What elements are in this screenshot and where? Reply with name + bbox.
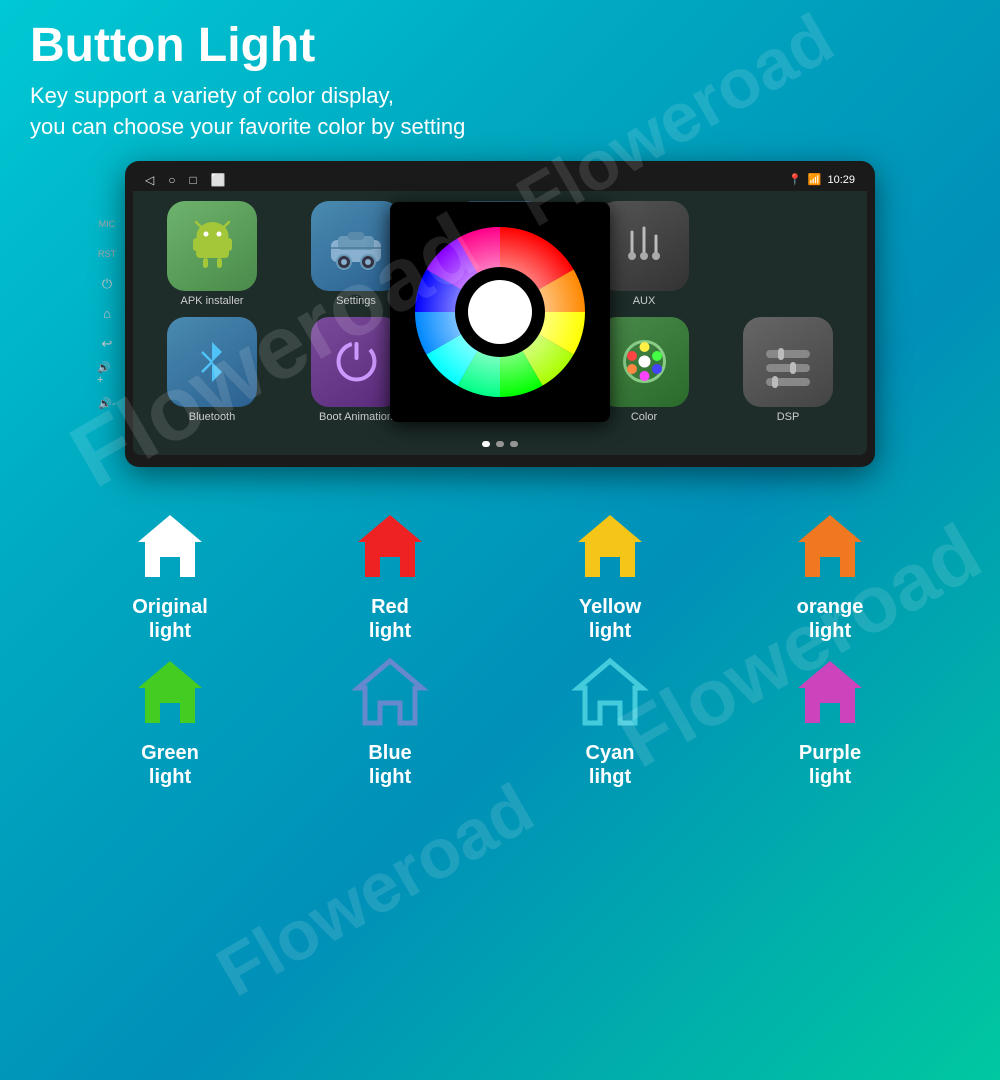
nav-buttons: ◁ ○ □ ⬜ — [145, 173, 226, 187]
app-empty-1 — [721, 201, 855, 307]
vol-down-button[interactable]: 🔊- — [97, 394, 117, 414]
aux-svg-icon — [617, 218, 672, 273]
color-icon-bg — [599, 317, 689, 407]
recent-nav-icon[interactable]: □ — [189, 173, 196, 187]
bluetooth-svg-icon — [192, 334, 232, 389]
aux-icon-bg — [599, 201, 689, 291]
color-option-cyan[interactable]: Cyanlihgt — [510, 653, 710, 789]
home-button[interactable]: ⌂ — [97, 304, 117, 324]
vol-up-button[interactable]: 🔊+ — [97, 364, 117, 384]
dsp-svg-icon — [758, 334, 818, 389]
color-wheel-overlay[interactable] — [390, 202, 610, 422]
color-option-blue[interactable]: Bluelight — [290, 653, 490, 789]
status-indicators: 📍 📶 10:29 — [788, 173, 855, 186]
signal-icon: 📶 — [808, 173, 822, 186]
apk-installer-icon-bg — [167, 201, 257, 291]
boot-animation-icon-bg — [311, 317, 401, 407]
dsp-label: DSP — [777, 411, 800, 423]
blue-light-house-icon — [350, 653, 430, 733]
yellow-light-label: Yellowlight — [579, 595, 641, 643]
empty-slot-1 — [743, 201, 833, 291]
apk-installer-label: APK installer — [181, 295, 244, 307]
settings-icon-bg — [311, 201, 401, 291]
mic-label: MIC — [97, 214, 117, 234]
device-screen: ◁ ○ □ ⬜ 📍 📶 10:29 — [133, 169, 867, 455]
red-light-house-icon — [350, 507, 430, 587]
car-stereo-device: ◁ ○ □ ⬜ 📍 📶 10:29 — [125, 161, 875, 467]
car-svg-icon — [326, 218, 386, 273]
color-palette-svg — [617, 334, 672, 389]
app-bluetooth[interactable]: Bluetooth — [145, 317, 279, 423]
orange-light-label: orangelight — [797, 595, 864, 643]
original-light-label: Originallight — [132, 595, 208, 643]
rst-button[interactable]: RST — [97, 244, 117, 264]
cyan-light-house-icon — [570, 653, 650, 733]
purple-light-label: Purplelight — [799, 741, 861, 789]
home-nav-icon[interactable]: ○ — [168, 173, 175, 187]
green-light-house-icon — [130, 653, 210, 733]
power-button[interactable]: ⏻ — [97, 274, 117, 294]
color-option-orange[interactable]: orangelight — [730, 507, 930, 643]
page-title: Button Light — [30, 18, 970, 73]
back-button[interactable]: ↩ — [97, 334, 117, 354]
yellow-light-house-icon — [570, 507, 650, 587]
orange-light-house-icon — [790, 507, 870, 587]
page-dot-3[interactable] — [510, 441, 518, 447]
red-light-label: Redlight — [369, 595, 411, 643]
bluetooth-label: Bluetooth — [189, 411, 235, 423]
color-option-yellow[interactable]: Yellowlight — [510, 507, 710, 643]
color-option-original[interactable]: Originallight — [70, 507, 270, 643]
back-nav-icon[interactable]: ◁ — [145, 173, 154, 187]
color-option-green[interactable]: Greenlight — [70, 653, 270, 789]
color-options-row1: Originallight Redlight Yellowlight orang… — [30, 497, 970, 653]
power-svg-icon — [329, 334, 384, 389]
page-dot-2[interactable] — [496, 441, 504, 447]
color-label: Color — [631, 411, 657, 423]
page-dot-1[interactable] — [482, 441, 490, 447]
original-light-house-icon — [130, 507, 210, 587]
color-option-purple[interactable]: Purplelight — [730, 653, 930, 789]
location-icon: 📍 — [788, 173, 802, 186]
color-wheel-svg — [400, 212, 600, 412]
app-dsp[interactable]: DSP — [721, 317, 855, 423]
color-options-row2: Greenlight Bluelight Cyanlihgt Purplelig… — [30, 653, 970, 799]
status-bar: ◁ ○ □ ⬜ 📍 📶 10:29 — [133, 169, 867, 191]
cyan-light-label: Cyanlihgt — [586, 741, 635, 789]
page-dots — [133, 433, 867, 455]
aux-label: AUX — [633, 295, 656, 307]
boot-animation-label: Boot Animation — [319, 411, 393, 423]
dsp-icon-bg — [743, 317, 833, 407]
clock: 10:29 — [827, 174, 855, 186]
android-svg-icon — [185, 218, 240, 273]
app-apk-installer[interactable]: APK installer — [145, 201, 279, 307]
blue-light-label: Bluelight — [368, 741, 411, 789]
purple-light-house-icon — [790, 653, 870, 733]
green-light-label: Greenlight — [141, 741, 199, 789]
color-option-red[interactable]: Redlight — [290, 507, 490, 643]
device-side-buttons: MIC RST ⏻ ⌂ ↩ 🔊+ 🔊- — [97, 214, 117, 414]
settings-label: Settings — [336, 295, 376, 307]
bluetooth-icon-bg — [167, 317, 257, 407]
menu-nav-icon[interactable]: ⬜ — [211, 173, 226, 187]
apps-grid: APK installer — [133, 191, 867, 433]
page-subtitle: Key support a variety of color display, … — [30, 81, 970, 143]
device-wrapper: MIC RST ⏻ ⌂ ↩ 🔊+ 🔊- ◁ ○ □ ⬜ — [30, 161, 970, 467]
